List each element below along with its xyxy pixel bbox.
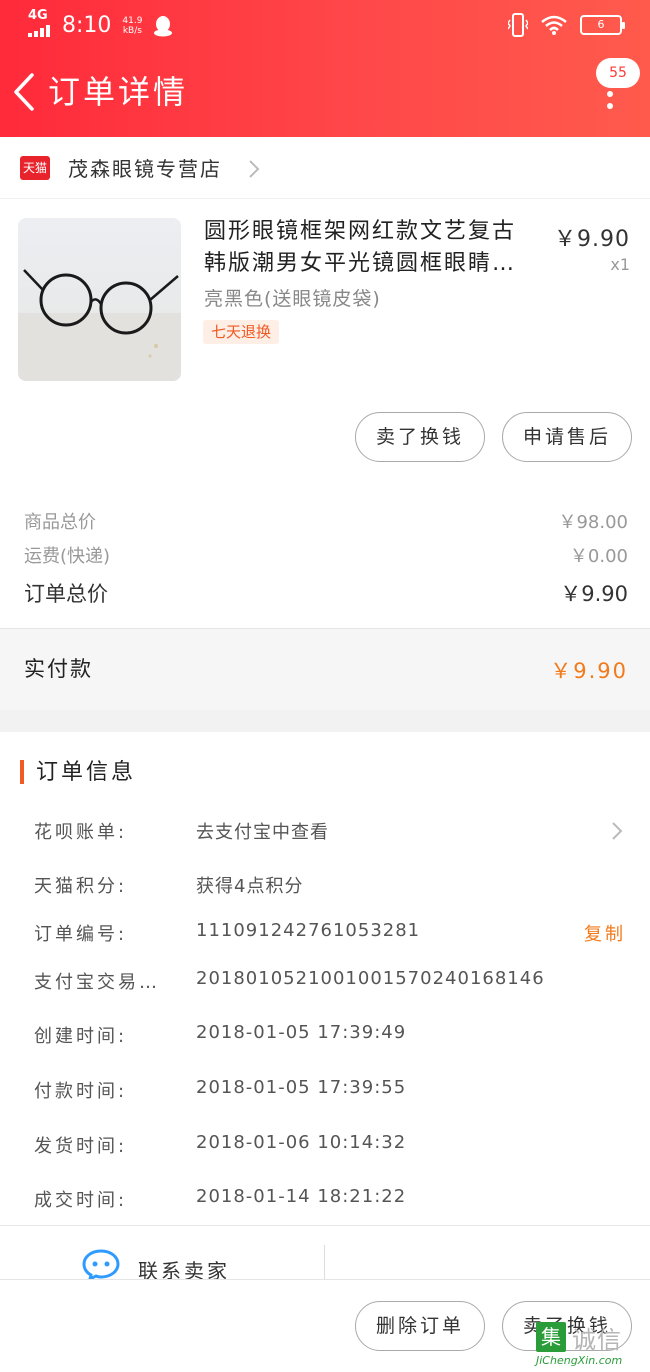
shipping-row: 运费(快递) ￥0.00: [0, 542, 650, 574]
site-watermark: 集 诚信 JiChengXin.com: [530, 1318, 650, 1372]
qq-icon: [154, 15, 173, 36]
paid-row: 实付款 ￥9.90: [0, 628, 650, 710]
info-value: 111091242761053281: [196, 920, 421, 941]
seven-day-return-tag: 七天退换: [203, 320, 280, 344]
info-row-completed-time: 成交时间: 2018-01-14 18:21:22: [0, 1186, 650, 1218]
vibrate-icon: [508, 13, 528, 37]
section-divider: [0, 710, 650, 732]
store-row[interactable]: 天猫 茂森眼镜专营店: [0, 137, 650, 199]
product-title[interactable]: 圆形眼镜框架网红款文艺复古 韩版潮男女平光镜圆框眼睛…: [204, 216, 534, 280]
status-time: 8:10: [62, 12, 112, 38]
info-row-points: 天猫积分: 获得4点积分: [0, 872, 650, 904]
chevron-right-icon: [249, 160, 260, 178]
info-label: 天猫积分:: [34, 876, 128, 897]
info-value: 2018-01-06 10:14:32: [196, 1132, 407, 1153]
info-row-alipay-trade: 支付宝交易… 2018010521001001570240168146: [0, 968, 650, 1000]
product-image[interactable]: [18, 218, 181, 381]
info-row-paid-time: 付款时间: 2018-01-05 17:39:55: [0, 1077, 650, 1109]
info-label: 花呗账单:: [34, 822, 128, 843]
product-card[interactable]: 圆形眼镜框架网红款文艺复古 韩版潮男女平光镜圆框眼睛… 亮黑色(送眼镜皮袋) 七…: [0, 199, 650, 484]
contact-divider: [324, 1245, 325, 1279]
info-value[interactable]: 去支付宝中查看: [196, 818, 329, 844]
info-value: 2018-01-05 17:39:49: [196, 1022, 407, 1043]
delete-order-button[interactable]: 删除订单: [355, 1301, 485, 1351]
network-type: 4G: [28, 8, 48, 23]
product-quantity: x1: [610, 255, 630, 274]
order-info-section: 订单信息 花呗账单: 去支付宝中查看 天猫积分: 获得4点积分 订单编号: 11…: [0, 732, 650, 1226]
order-total-row: 订单总价 ￥9.90: [0, 578, 650, 610]
watermark-url: JiChengXin.com: [536, 1354, 623, 1367]
info-label: 付款时间:: [34, 1081, 128, 1102]
status-bar: 4G 8:10 41.9 kB/s 6: [0, 0, 650, 52]
info-label: 发货时间:: [34, 1136, 128, 1157]
back-arrow-icon[interactable]: [10, 72, 40, 112]
status-right: 6: [508, 12, 625, 38]
signal-indicator: 4G: [28, 8, 54, 41]
info-value: 获得4点积分: [196, 876, 304, 897]
message-count-badge[interactable]: 55: [596, 58, 640, 88]
info-label: 订单编号:: [34, 924, 128, 945]
contact-bar: 联系卖家: [0, 1227, 650, 1283]
goods-total-label: 商品总价: [24, 512, 96, 533]
sell-exchange-button[interactable]: 卖了换钱: [355, 412, 485, 462]
product-title-line2: 韩版潮男女平光镜圆框眼睛…: [204, 251, 517, 276]
chevron-right-icon: [612, 822, 623, 840]
tmall-logo: 天猫: [20, 156, 50, 180]
header: 4G 8:10 41.9 kB/s 6 订单详情 55: [0, 0, 650, 137]
section-accent-bar: [20, 760, 24, 784]
after-sale-button[interactable]: 申请售后: [502, 412, 632, 462]
info-value: 2018-01-05 17:39:55: [196, 1077, 407, 1098]
glasses-image: [18, 269, 181, 381]
order-total-value: ￥9.90: [560, 582, 628, 606]
chat-bubble-icon[interactable]: [82, 1249, 120, 1279]
info-row-order-number: 订单编号: 111091242761053281 复制: [0, 920, 650, 952]
info-row-created-time: 创建时间: 2018-01-05 17:39:49: [0, 1022, 650, 1054]
status-left: 4G 8:10 41.9 kB/s: [28, 8, 173, 41]
wifi-icon: [541, 15, 567, 35]
paid-value: ￥9.90: [550, 659, 628, 683]
paid-label: 实付款: [24, 657, 93, 681]
signal-icon: [28, 25, 50, 37]
watermark-name: 诚信: [572, 1326, 622, 1354]
goods-total-value: ￥98.00: [558, 512, 628, 533]
product-sku: 亮黑色(送眼镜皮袋): [204, 288, 381, 310]
watermark-logo: 集: [536, 1322, 566, 1352]
product-price: ￥9.90: [554, 227, 630, 252]
order-total-label: 订单总价: [24, 582, 108, 606]
info-label: 成交时间:: [34, 1190, 128, 1211]
more-menu-icon[interactable]: [606, 90, 614, 114]
info-label: 支付宝交易…: [34, 972, 160, 993]
copy-button[interactable]: 复制: [584, 920, 626, 946]
info-row-huabei[interactable]: 花呗账单: 去支付宝中查看: [0, 818, 650, 850]
network-speed: 41.9 kB/s: [122, 15, 143, 36]
battery-indicator: 6: [580, 15, 625, 35]
info-value: 2018010521001001570240168146: [196, 968, 545, 989]
info-label: 创建时间:: [34, 1026, 128, 1047]
shipping-value: ￥0.00: [569, 546, 628, 567]
store-name[interactable]: 茂森眼镜专营店: [68, 153, 222, 182]
goods-total-row: 商品总价 ￥98.00: [0, 508, 650, 540]
product-title-line1: 圆形眼镜框架网红款文艺复古: [204, 219, 517, 244]
page-title: 订单详情: [48, 73, 189, 111]
nav-bar: 订单详情 55: [0, 52, 650, 137]
order-info-title: 订单信息: [36, 760, 137, 785]
shipping-label: 运费(快递): [24, 546, 111, 567]
info-row-shipped-time: 发货时间: 2018-01-06 10:14:32: [0, 1132, 650, 1164]
info-value: 2018-01-14 18:21:22: [196, 1186, 407, 1207]
